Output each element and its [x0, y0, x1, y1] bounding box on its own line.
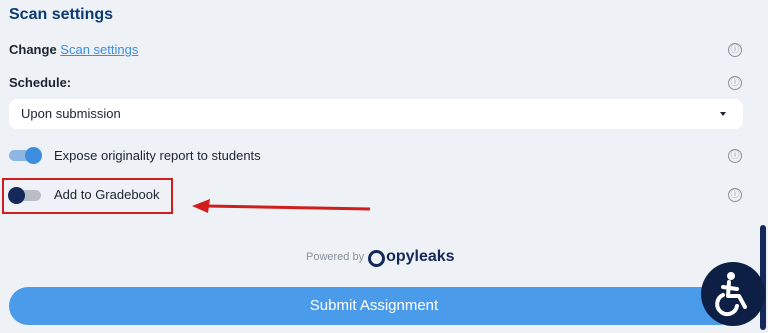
- brand-name: opyleaks: [386, 248, 455, 265]
- info-icon[interactable]: ⓘ: [728, 188, 742, 202]
- accessibility-icon: [715, 272, 747, 317]
- schedule-select[interactable]: Upon submission: [9, 99, 743, 129]
- scan-settings-link[interactable]: Scan settings: [60, 42, 138, 57]
- change-label: Change: [9, 42, 57, 57]
- powered-by: Powered by opyleaks: [306, 245, 455, 269]
- expose-report-label: Expose originality report to students: [54, 148, 261, 163]
- copyleaks-logo-icon: opyleaks: [368, 248, 455, 267]
- toggle-knob: [25, 147, 42, 164]
- section-title: Scan settings: [9, 6, 114, 23]
- powered-by-text: Powered by: [306, 251, 365, 263]
- info-icon[interactable]: ⓘ: [728, 149, 742, 163]
- info-icon[interactable]: ⓘ: [728, 43, 742, 57]
- expose-report-toggle[interactable]: [9, 147, 42, 164]
- accessibility-button[interactable]: [701, 262, 765, 326]
- annotation-highlight-box: [2, 178, 173, 214]
- change-scan-settings-row: Change Scan settings: [9, 42, 138, 57]
- info-icon[interactable]: ⓘ: [728, 76, 742, 90]
- submit-assignment-button[interactable]: Submit Assignment: [9, 287, 739, 325]
- copyleaks-c-mark: [368, 249, 386, 267]
- scan-settings-panel: Scan settings Change Scan settings ⓘ Sch…: [0, 0, 758, 333]
- schedule-selected-value: Upon submission: [21, 106, 121, 121]
- arrow-left-icon: [192, 199, 371, 213]
- schedule-label: Schedule:: [9, 75, 72, 90]
- chevron-down-icon: [720, 112, 726, 116]
